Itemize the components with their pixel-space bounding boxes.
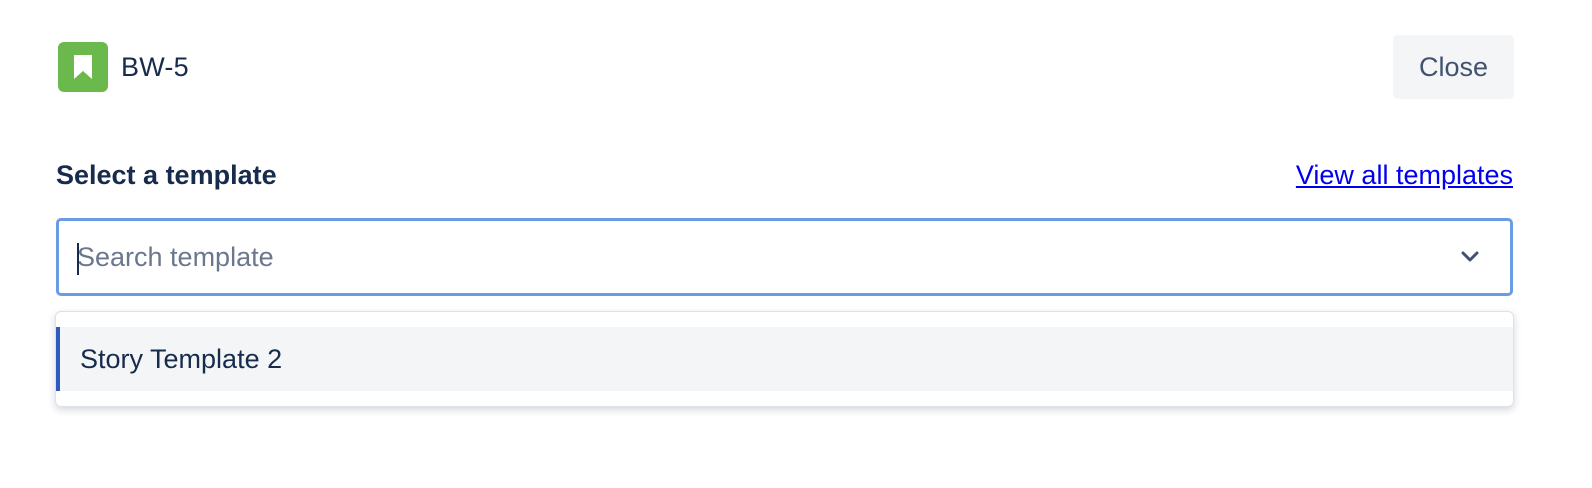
issue-key[interactable]: BW-5 — [121, 52, 189, 83]
close-button[interactable]: Close — [1393, 35, 1514, 99]
dropdown-option-story-template-2[interactable]: Story Template 2 — [56, 327, 1513, 391]
bookmark-icon — [58, 42, 108, 92]
template-search-input[interactable] — [59, 221, 1450, 293]
template-dropdown-menu: Story Template 2 — [55, 311, 1514, 407]
template-panel: BW-5 Close Select a template View all te… — [0, 0, 1592, 488]
issue-header: BW-5 — [58, 42, 189, 92]
template-search-select[interactable] — [56, 218, 1513, 296]
chevron-down-icon[interactable] — [1450, 237, 1490, 277]
view-all-templates-link[interactable]: View all templates — [1296, 160, 1513, 191]
text-cursor — [77, 243, 79, 275]
select-template-label: Select a template — [56, 160, 277, 190]
